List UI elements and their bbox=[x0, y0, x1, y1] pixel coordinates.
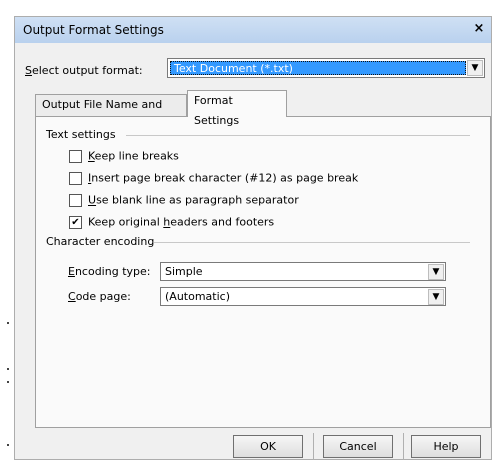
output-format-value: Text Document (*.txt) bbox=[170, 61, 466, 75]
background-mark bbox=[7, 381, 9, 383]
tab-output-file-name-and-path[interactable]: Output File Name and Path bbox=[35, 94, 187, 131]
checkbox-box[interactable] bbox=[69, 149, 82, 163]
code-page-label: Code page: bbox=[68, 290, 131, 303]
character-encoding-heading: Character encoding bbox=[46, 235, 155, 248]
encoding-type-value: Simple bbox=[165, 265, 203, 278]
insert-page-break-checkbox[interactable]: Insert page break character (#12) as pag… bbox=[69, 171, 358, 187]
encoding-type-select[interactable]: Simple ▼ bbox=[160, 262, 446, 281]
code-page-value: (Automatic) bbox=[165, 290, 230, 303]
check-mark-icon[interactable]: ✔ bbox=[69, 215, 82, 229]
cancel-button[interactable]: Cancel bbox=[323, 435, 393, 458]
code-page-select[interactable]: (Automatic) ▼ bbox=[160, 287, 446, 306]
format-settings-panel: Text settings Keep line breaks Insert pa… bbox=[35, 116, 491, 428]
keep-line-breaks-checkbox[interactable]: Keep line breaks bbox=[69, 149, 179, 165]
tab-format-settings[interactable]: Format Settings bbox=[187, 90, 287, 127]
output-format-dialog: Output Format Settings × Select output f… bbox=[14, 16, 492, 460]
keep-headers-footers-checkbox[interactable]: ✔ Keep original headers and footers bbox=[69, 215, 274, 231]
close-icon[interactable]: × bbox=[471, 21, 487, 37]
title-bar: Output Format Settings × bbox=[15, 17, 491, 43]
background-mark bbox=[7, 322, 9, 324]
chevron-down-icon[interactable]: ▼ bbox=[428, 289, 444, 305]
checkbox-box[interactable] bbox=[69, 171, 82, 185]
dialog-title: Output Format Settings bbox=[23, 23, 164, 37]
divider bbox=[154, 242, 470, 243]
background-mark bbox=[7, 368, 9, 370]
blank-line-separator-checkbox[interactable]: Use blank line as paragraph separator bbox=[69, 193, 299, 209]
text-settings-heading: Text settings bbox=[46, 128, 116, 141]
ok-button[interactable]: OK bbox=[233, 435, 303, 458]
encoding-type-label: Encoding type: bbox=[68, 265, 151, 278]
chevron-down-icon[interactable]: ▼ bbox=[428, 264, 444, 280]
chevron-down-icon[interactable]: ▼ bbox=[467, 60, 483, 76]
background-mark bbox=[7, 444, 9, 446]
select-output-format-label: Select output format: bbox=[25, 64, 143, 77]
divider bbox=[313, 433, 314, 460]
divider bbox=[403, 433, 404, 460]
checkbox-box[interactable] bbox=[69, 193, 82, 207]
help-button[interactable]: Help bbox=[411, 435, 481, 458]
divider bbox=[126, 135, 470, 136]
output-format-select[interactable]: Text Document (*.txt) ▼ bbox=[167, 58, 485, 78]
